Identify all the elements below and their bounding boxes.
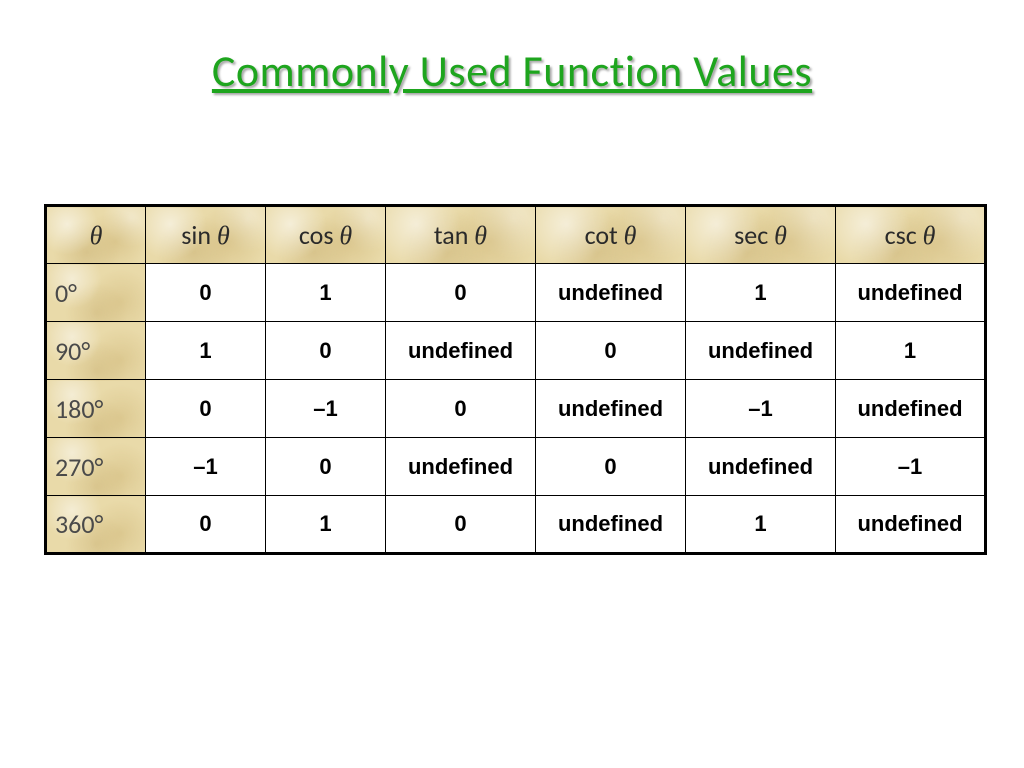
slide: Commonly Used Function Values θ sin θ co…: [0, 0, 1024, 768]
cell-csc: undefined: [836, 380, 986, 438]
cell-sin: –1: [146, 438, 266, 496]
cell-sin: 0: [146, 264, 266, 322]
cell-cos: 0: [266, 438, 386, 496]
cell-cos: 0: [266, 322, 386, 380]
table-row: 270° –1 0 undefined 0 undefined –1: [46, 438, 986, 496]
header-cos: cos θ: [266, 206, 386, 264]
cell-csc: undefined: [836, 264, 986, 322]
table-row: 360° 0 1 0 undefined 1 undefined: [46, 496, 986, 554]
cell-cos: 1: [266, 496, 386, 554]
cell-csc: 1: [836, 322, 986, 380]
table-row: 90° 1 0 undefined 0 undefined 1: [46, 322, 986, 380]
cell-cot: 0: [536, 322, 686, 380]
header-cot: cot θ: [536, 206, 686, 264]
header-sin: sin θ: [146, 206, 266, 264]
header-sec: sec θ: [686, 206, 836, 264]
cell-cot: 0: [536, 438, 686, 496]
cell-cot: undefined: [536, 496, 686, 554]
cell-cot: undefined: [536, 264, 686, 322]
row-angle: 90°: [46, 322, 146, 380]
page-title: Commonly Used Function Values: [0, 0, 1024, 98]
table-header-row: θ sin θ cos θ tan θ cot θ sec θ csc θ: [46, 206, 986, 264]
cell-sec: –1: [686, 380, 836, 438]
cell-tan: undefined: [386, 438, 536, 496]
row-angle: 180°: [46, 380, 146, 438]
cell-tan: 0: [386, 496, 536, 554]
cell-tan: undefined: [386, 322, 536, 380]
cell-sin: 0: [146, 380, 266, 438]
cell-cot: undefined: [536, 380, 686, 438]
row-angle: 270°: [46, 438, 146, 496]
cell-cos: –1: [266, 380, 386, 438]
cell-cos: 1: [266, 264, 386, 322]
trig-values-table-container: θ sin θ cos θ tan θ cot θ sec θ csc θ 0°…: [44, 204, 984, 555]
header-tan: tan θ: [386, 206, 536, 264]
cell-csc: undefined: [836, 496, 986, 554]
table-row: 0° 0 1 0 undefined 1 undefined: [46, 264, 986, 322]
cell-sec: undefined: [686, 438, 836, 496]
cell-tan: 0: [386, 380, 536, 438]
cell-tan: 0: [386, 264, 536, 322]
row-angle: 360°: [46, 496, 146, 554]
cell-sec: 1: [686, 496, 836, 554]
header-theta: θ: [90, 221, 103, 250]
table-row: 180° 0 –1 0 undefined –1 undefined: [46, 380, 986, 438]
trig-values-table: θ sin θ cos θ tan θ cot θ sec θ csc θ 0°…: [44, 204, 987, 555]
cell-sin: 0: [146, 496, 266, 554]
cell-sec: undefined: [686, 322, 836, 380]
header-csc: csc θ: [836, 206, 986, 264]
cell-csc: –1: [836, 438, 986, 496]
cell-sin: 1: [146, 322, 266, 380]
row-angle: 0°: [46, 264, 146, 322]
cell-sec: 1: [686, 264, 836, 322]
